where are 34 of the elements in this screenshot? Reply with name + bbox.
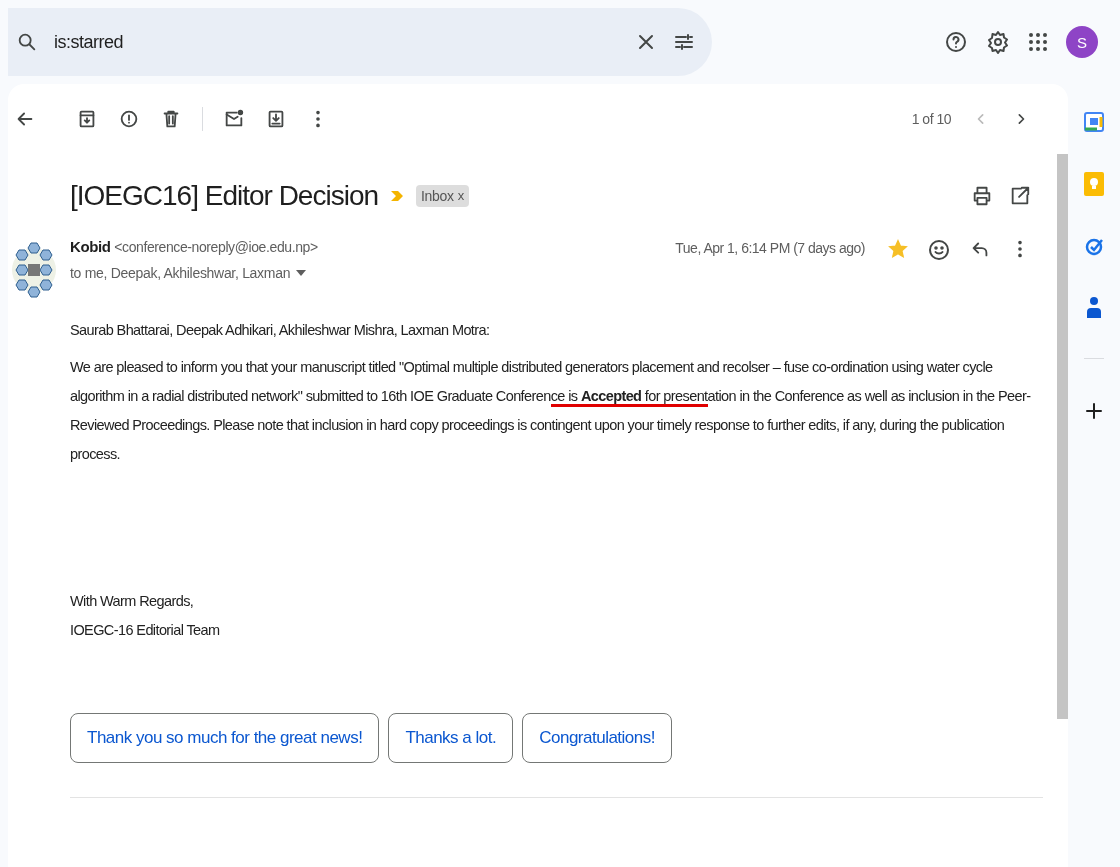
report-icon[interactable] (118, 108, 140, 130)
importance-marker-icon[interactable] (390, 189, 405, 203)
smart-reply-button[interactable]: Thanks a lot. (388, 713, 514, 763)
sent-date: Tue, Apr 1, 6:14 PM (7 days ago) (675, 240, 865, 256)
logo-drawing (12, 240, 56, 300)
email-subject: [IOEGC16] Editor Decision (70, 180, 379, 212)
settings-icon[interactable] (986, 30, 1010, 54)
emoji-icon[interactable] (927, 238, 951, 262)
sender-name: Kobid (70, 238, 111, 255)
closing-line: IOEGC-16 Editorial Team (70, 621, 221, 640)
help-icon[interactable] (944, 30, 968, 54)
scrollbar[interactable] (1057, 154, 1068, 719)
search-icon[interactable] (16, 31, 38, 53)
recipients: to me, Deepak, Akhileshwar, Laxman (70, 265, 291, 281)
page-counter: 1 of 10 (911, 111, 951, 127)
apps-grid-icon[interactable] (1028, 32, 1048, 52)
dropdown-caret-icon[interactable] (296, 270, 307, 276)
account-avatar[interactable]: S (1066, 26, 1098, 58)
greeting-text: Saurab Bhattarai, Deepak Adhikari, Akhileshwar Mishra, Laxman Motra: (70, 321, 491, 340)
calendar-icon[interactable] (1084, 112, 1104, 132)
message-paragraph: We are pleased to inform you that your manuscript titled "Optimal multiple distributed generators placement and recolser – fuse co-ordination using water cycle algorithm in a radial distributed network" submitted to 16th IOE Graduate Conference is Accepted for presentation in the Conference as well as inclusion in the Peer-Reviewed Proceedings. Please note that inclusion in hard copy proceedings is contingent upon your timely response to further edits, if any, during the publication process. (70, 358, 1032, 464)
print-icon[interactable] (971, 185, 993, 207)
star-icon[interactable] (887, 238, 909, 260)
sender-email: <conference-noreply@ioe.edu.np> (114, 239, 318, 255)
search-input[interactable]: is:starred (52, 30, 620, 54)
smart-reply-button[interactable]: Congratulations! (522, 713, 672, 763)
search-field[interactable]: is:starred (8, 8, 712, 76)
label-text: Inbox (421, 188, 454, 204)
task-check-icon[interactable] (1084, 236, 1104, 256)
person-icon[interactable] (1086, 296, 1102, 318)
open-new-window-icon[interactable] (1009, 185, 1031, 207)
label-remove[interactable]: x (457, 188, 464, 204)
closing-line: With Warm Regards, (70, 592, 195, 611)
smart-reply-button[interactable]: Thank you so much for the great news! (70, 713, 380, 763)
